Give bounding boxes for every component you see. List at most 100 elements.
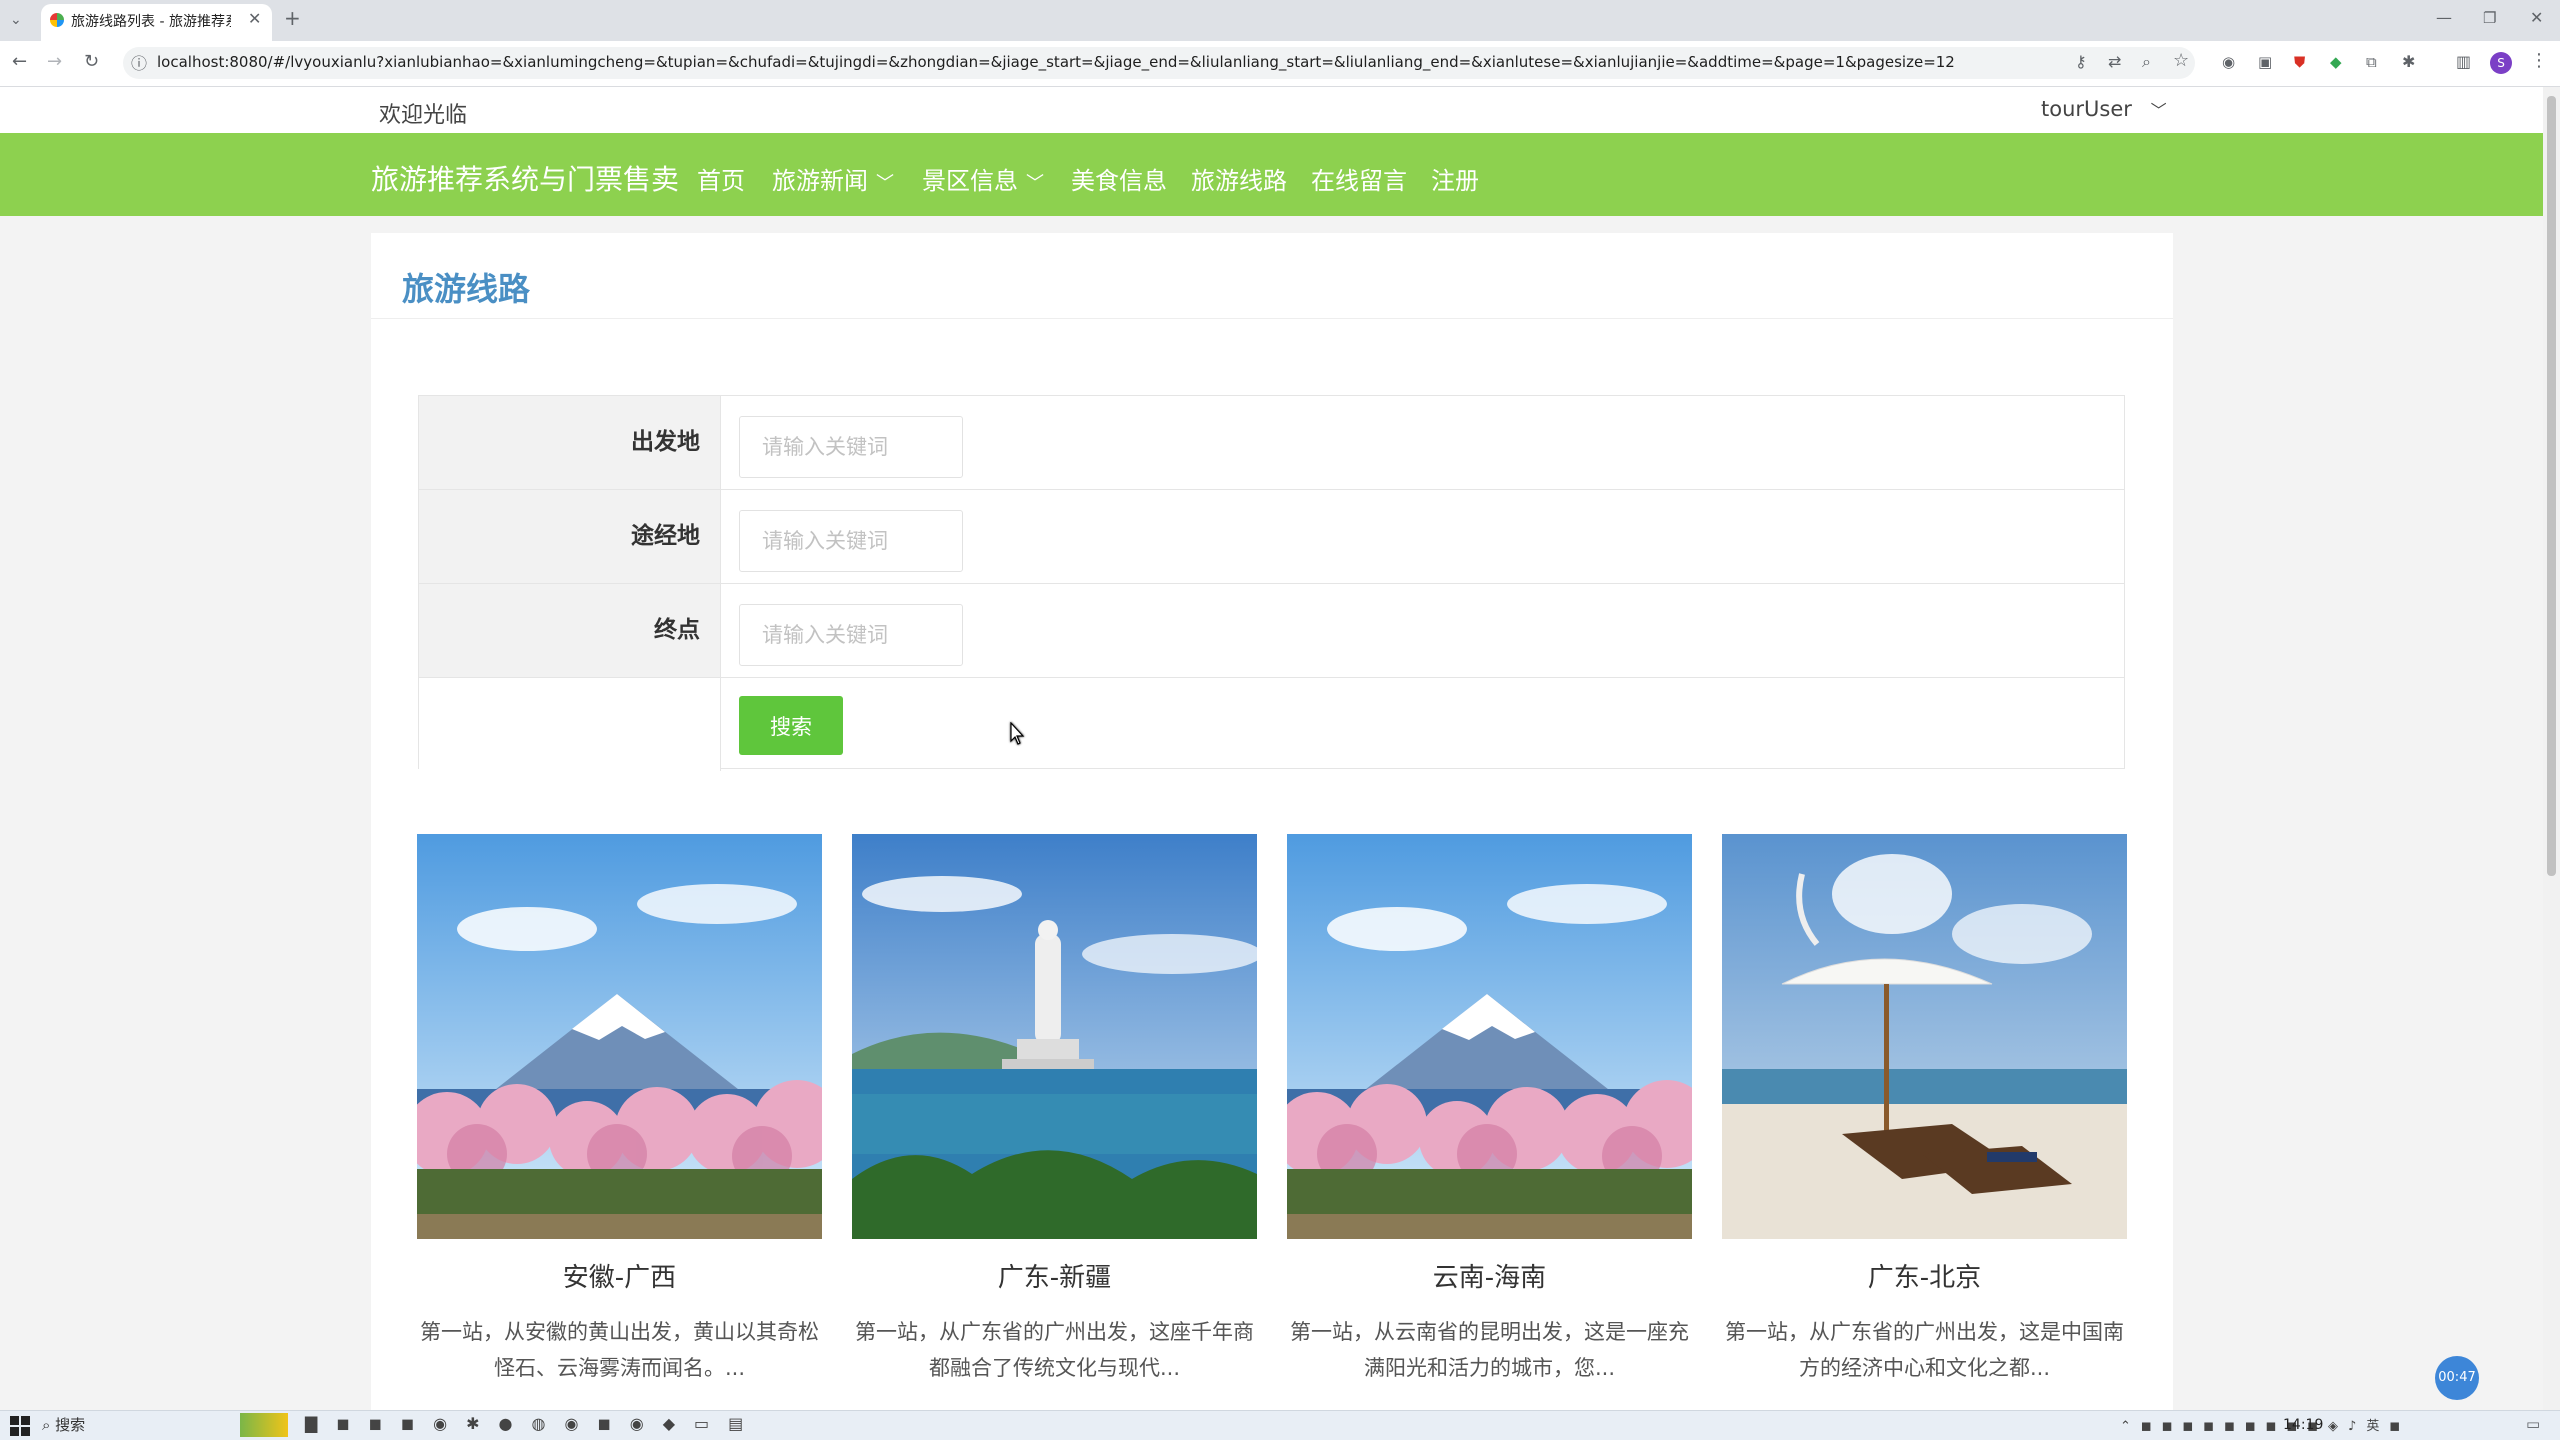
tab-favicon-icon [50,13,64,27]
nav-food-info[interactable]: 美食信息 [1071,161,1167,196]
input-lang[interactable]: 英 [2366,1419,2389,1434]
key-icon[interactable]: ⚷ [2075,52,2087,72]
chevron-down-icon: ﹀ [2150,101,2167,120]
destination-input[interactable] [739,604,963,666]
nav-register[interactable]: 注册 [1431,161,1479,196]
route-image-guanyin[interactable] [852,834,1257,1239]
browser-menu-icon[interactable]: ⋮ [2530,51,2548,71]
browser-tab-strip [0,0,2560,41]
taskbar-widget-icon[interactable] [240,1413,288,1437]
chevron-down-icon: ﹀ [1026,173,1044,194]
search-icon: ⌕ [42,1416,56,1434]
app-icon[interactable]: ◼ [336,1414,368,1433]
notes-icon[interactable]: ▤ [728,1414,762,1433]
route-image-fuji[interactable] [1287,834,1692,1239]
route-title[interactable]: 安徽-广西 [417,1257,822,1294]
nav-messages[interactable]: 在线留言 [1311,161,1407,196]
site-info-icon[interactable]: ⓘ [131,54,147,74]
copy-extension-icon[interactable]: ⧉ [2366,52,2377,72]
route-title[interactable]: 广东-北京 [1722,1257,2127,1294]
chrome-icon[interactable]: ◉ [630,1414,663,1433]
taskbar-apps[interactable]: ▇◼◼◼◉✱●◍◉◼◉◆▭▤ [305,1414,762,1433]
via-input[interactable] [739,510,963,572]
route-description: 第一站，从广东省的广州出发，这是中国南方的经济中心和文化之都... [1725,1320,2124,1380]
page-title: 旅游线路 [402,270,531,308]
back-icon[interactable]: ← [12,52,27,72]
route-title[interactable]: 广东-新疆 [852,1257,1257,1294]
departure-label: 出发地 [419,396,721,489]
translate-icon[interactable]: ⇄ [2108,52,2121,72]
system-tray[interactable]: ⌃◼◼◼◼◼◼◼◼◼◈♪英◼ [2120,1415,2410,1434]
url-text[interactable]: localhost:8080/#/lvyouxianlu?xianlubianh… [157,53,1955,71]
tab-search-icon[interactable]: ⌄ [10,10,22,30]
form-row-destination: 终点 [419,584,2124,678]
route-image-beach[interactable] [1722,834,2127,1239]
zoom-icon[interactable]: ⌕ [2142,52,2151,72]
tab-close-icon[interactable]: ✕ [248,9,261,29]
route-description: 第一站，从安徽的黄山出发，黄山以其奇松怪石、云海雾涛而闻名。... [420,1320,819,1380]
scrollbar-thumb[interactable] [2547,96,2556,876]
taskbar-search[interactable]: ⌕ 搜索 [42,1414,85,1435]
notifications-icon[interactable]: ▭ [2526,1414,2540,1434]
tab-title: 旅游线路列表 - 旅游推荐系统与 [71,14,231,30]
route-card[interactable]: 安徽-广西 第一站，从安徽的黄山出发，黄山以其奇松怪石、云海雾涛而闻名。... [417,834,822,1386]
image-extension-icon[interactable]: ▣ [2258,52,2272,72]
nav-scenic-info-label: 景区信息 [922,167,1018,195]
panel-header [371,233,2173,319]
user-menu[interactable]: tourUser ﹀ [2041,97,2167,121]
route-image-fuji[interactable] [417,834,822,1239]
extensions-puzzle-icon[interactable]: ✱ [2402,52,2415,72]
destination-label: 终点 [419,584,721,677]
form-row-via: 途经地 [419,490,2124,584]
green-extension-icon[interactable]: ◆ [2330,52,2342,72]
side-panel-icon[interactable]: ▥ [2456,52,2471,72]
chevron-down-icon: ﹀ [876,173,894,194]
nav-travel-news[interactable]: 旅游新闻 ﹀ [772,161,894,196]
terminal-icon[interactable]: ▭ [694,1414,728,1433]
tray-expand-icon[interactable]: ⌃ [2120,1419,2141,1434]
nav-travel-routes[interactable]: 旅游线路 [1191,161,1287,196]
route-title[interactable]: 云南-海南 [1287,1257,1692,1294]
reload-icon[interactable]: ↻ [84,52,99,72]
ime-icon[interactable]: ◼ [2389,1419,2410,1434]
site-title[interactable]: 旅游推荐系统与门票售卖 [371,158,679,198]
window-close-icon[interactable]: ✕ [2530,8,2543,28]
nav-scenic-info[interactable]: 景区信息 ﹀ [922,161,1044,196]
wechat-icon[interactable]: ◍ [532,1414,565,1433]
form-row-departure: 出发地 [419,396,2124,490]
username: tourUser [2041,97,2132,121]
search-form: 出发地 途经地 终点 [418,395,2125,771]
via-label: 途经地 [419,490,721,583]
forward-icon[interactable]: → [47,52,62,72]
nav-home[interactable]: 首页 [697,161,745,196]
windows-start-icon[interactable] [10,1416,30,1436]
app-icon[interactable]: ◼ [597,1414,629,1433]
timer-badge[interactable]: 00:47 [2435,1356,2479,1400]
folder-icon[interactable]: ▇ [305,1414,336,1433]
restore-icon[interactable]: ❐ [2483,8,2496,28]
bookmark-star-icon[interactable]: ☆ [2173,51,2189,71]
new-tab-icon[interactable]: + [284,8,301,28]
route-card[interactable]: 广东-北京 第一站，从广东省的广州出发，这是中国南方的经济中心和文化之都... [1722,834,2127,1386]
app-icon[interactable]: ◉ [564,1414,597,1433]
route-card[interactable]: 云南-海南 第一站，从云南省的昆明出发，这是一座充满阳光和活力的城市，您... [1287,834,1692,1386]
search-button[interactable]: 搜索 [739,696,843,755]
app-icon[interactable]: ◆ [663,1414,694,1433]
firefox-icon[interactable]: ● [499,1414,532,1433]
minimize-icon[interactable]: — [2436,8,2452,28]
route-description: 第一站，从云南省的昆明出发，这是一座充满阳光和活力的城市，您... [1290,1320,1689,1380]
app-icon[interactable]: ◼ [401,1414,433,1433]
volume-icon[interactable]: ♪ [2348,1419,2366,1434]
shield-extension-icon[interactable]: ⛊ [2294,52,2305,72]
profile-avatar[interactable]: S [2490,52,2512,74]
app-icon[interactable]: ◼ [369,1414,401,1433]
route-card[interactable]: 广东-新疆 第一站，从广东省的广州出发，这座千年商都融合了传统文化与现代... [852,834,1257,1386]
camera-icon[interactable]: ◉ [2222,52,2235,72]
chrome-icon[interactable]: ◉ [433,1414,466,1433]
departure-input[interactable] [739,416,963,478]
route-description: 第一站，从广东省的广州出发，这座千年商都融合了传统文化与现代... [855,1320,1254,1380]
settings-icon[interactable]: ✱ [466,1414,498,1433]
taskbar-clock[interactable]: 14:19 [2283,1417,2323,1433]
taskbar-search-label: 搜索 [55,1416,86,1434]
network-icon[interactable]: ◈ [2328,1419,2348,1434]
